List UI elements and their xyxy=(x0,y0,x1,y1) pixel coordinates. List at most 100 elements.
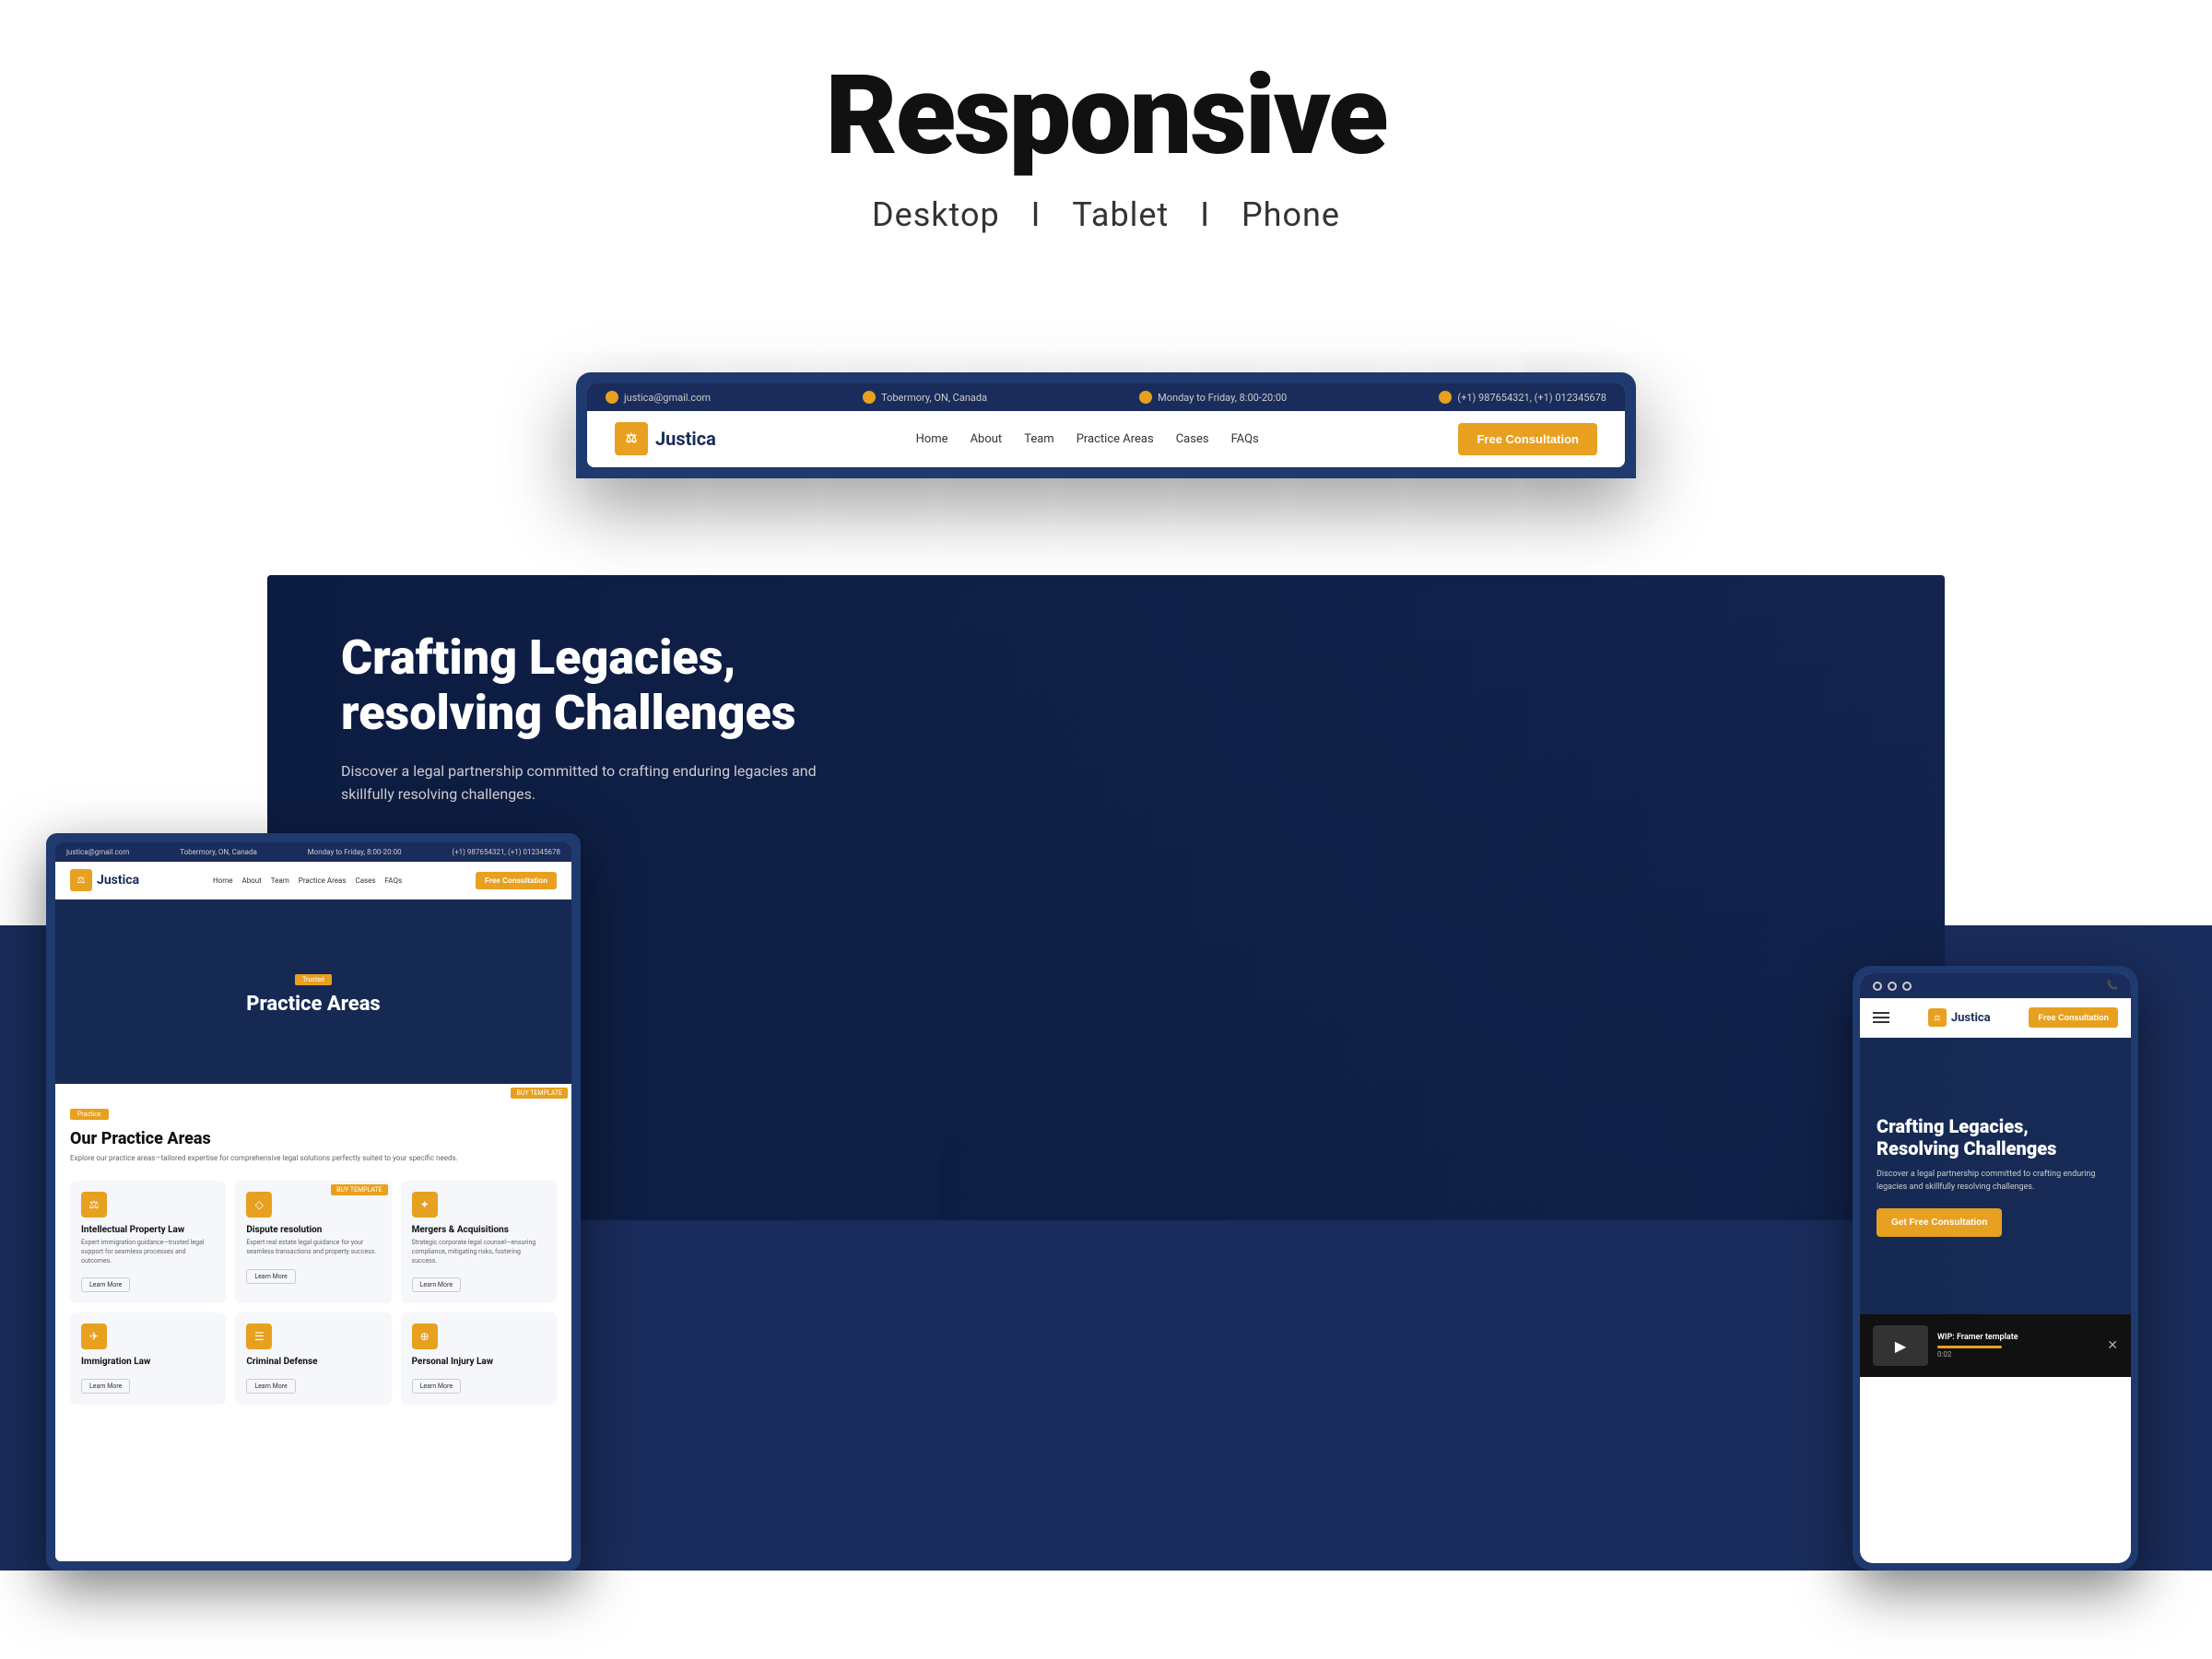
phone-status-dot-1 xyxy=(1873,982,1882,991)
nav-link-practice[interactable]: Practice Areas xyxy=(1077,432,1154,446)
nav-link-faqs[interactable]: FAQs xyxy=(1231,432,1259,446)
topbar-email-text: justica@gmail.com xyxy=(624,392,711,404)
tablet-card-link-2[interactable]: Learn More xyxy=(412,1277,461,1292)
page-title: Responsive xyxy=(0,55,2212,177)
topbar-hours-text: Monday to Friday, 8:00-20:00 xyxy=(1158,392,1287,404)
tablet-card-icon-2: ✦ xyxy=(412,1192,438,1218)
tablet-mockup: justica@gmail.com Tobermory, ON, Canada … xyxy=(46,833,581,1571)
tablet-section-desc: Explore our practice areas—tailored expe… xyxy=(70,1154,557,1162)
phone-status-bar: 📞 xyxy=(1860,973,2131,998)
tablet-content-wrapper: BUY TEMPLATE Practice Our Practice Areas… xyxy=(55,1084,571,1423)
tablet-topbar-location: Tobermory, ON, Canada xyxy=(180,848,257,856)
tablet-section-title: Our Practice Areas xyxy=(70,1129,557,1148)
tablet-nav-team[interactable]: Team xyxy=(271,877,289,885)
desktop-topbar-email: justica@gmail.com xyxy=(606,391,711,404)
nav-link-home[interactable]: Home xyxy=(916,432,948,446)
tablet-card-desc-0: Expert immigration guidance—trusted lega… xyxy=(81,1239,215,1265)
phone-video-close-icon[interactable]: ✕ xyxy=(2107,1338,2118,1353)
subtitle-sep2: I xyxy=(1200,195,1210,234)
tablet-card-icon-3: ✈ xyxy=(81,1324,107,1349)
tablet-nav-faqs[interactable]: FAQs xyxy=(385,877,403,885)
tablet-logo-icon: ⚖ xyxy=(70,869,92,891)
phone-screen: 📞 ⚖ Justica Free Consultation xyxy=(1860,973,2131,1563)
phone-video-info: WIP: Framer template 0:02 xyxy=(1937,1333,2098,1359)
subtitle-phone: Phone xyxy=(1241,195,1340,234)
tablet-card-title-4: Criminal Defense xyxy=(246,1357,380,1367)
tablet-nav-links: Home About Team Practice Areas Cases FAQ… xyxy=(213,877,402,885)
buy-template-badge-1: BUY TEMPLATE xyxy=(511,1088,568,1099)
desktop-navbar: ⚖ Justica Home About Team Practice Areas… xyxy=(587,411,1625,467)
desktop-topbar: justica@gmail.com Tobermory, ON, Canada … xyxy=(587,383,1625,411)
tablet-hero-content: Trusted Practice Areas xyxy=(246,968,380,1016)
phone-video-thumbnail[interactable]: ▶ xyxy=(1873,1325,1928,1366)
tablet-logo: ⚖ Justica xyxy=(70,869,139,891)
phone-logo-text: Justica xyxy=(1951,1011,1991,1025)
tablet-navbar: ⚖ Justica Home About Team Practice Areas… xyxy=(55,862,571,900)
phone-hero-title: Crafting Legacies, Resolving Challenges xyxy=(1877,1115,2114,1159)
tablet-card-link-3[interactable]: Learn More xyxy=(81,1379,130,1394)
tablet-free-consultation-button[interactable]: Free Consultation xyxy=(476,872,557,889)
subtitle-desktop: Desktop xyxy=(872,195,1000,234)
tablet-card-link-1[interactable]: Learn More xyxy=(246,1269,295,1284)
tablet-card-link-4[interactable]: Learn More xyxy=(246,1379,295,1394)
desktop-topbar-hours: Monday to Friday, 8:00-20:00 xyxy=(1139,391,1287,404)
desktop-nav-links: Home About Team Practice Areas Cases FAQ… xyxy=(916,432,1259,446)
desktop-frame: justica@gmail.com Tobermory, ON, Canada … xyxy=(576,372,1636,478)
desktop-free-consultation-button[interactable]: Free Consultation xyxy=(1458,423,1597,455)
phone-hero-cta-button[interactable]: Get Free Consultation xyxy=(1877,1208,2002,1237)
tablet-nav-practice[interactable]: Practice Areas xyxy=(299,877,347,885)
phone-hero-content: Crafting Legacies, Resolving Challenges … xyxy=(1860,1097,2131,1255)
tablet-nav-home[interactable]: Home xyxy=(213,877,233,885)
tablet-card-0: ⚖ Intellectual Property Law Expert immig… xyxy=(70,1181,226,1303)
phone-status-phone-icon: 📞 xyxy=(2107,981,2118,991)
topbar-location-text: Tobermory, ON, Canada xyxy=(881,392,987,404)
nav-link-about[interactable]: About xyxy=(971,432,1003,446)
desktop-logo-text: Justica xyxy=(655,428,716,450)
email-icon xyxy=(606,391,618,404)
phone-hamburger-menu[interactable] xyxy=(1873,1012,1889,1023)
phone-free-consultation-button[interactable]: Free Consultation xyxy=(2029,1007,2118,1028)
tablet-card-1: BUY TEMPLATE ◇ Dispute resolution Expert… xyxy=(235,1181,391,1303)
center-hero-desc: Discover a legal partnership committed t… xyxy=(341,759,839,806)
tablet-screen: justica@gmail.com Tobermory, ON, Canada … xyxy=(55,842,571,1561)
silhouettes xyxy=(938,575,1945,1220)
tablet-nav-cases[interactable]: Cases xyxy=(355,877,375,885)
phone-icon xyxy=(1439,391,1452,404)
nav-link-cases[interactable]: Cases xyxy=(1176,432,1209,446)
desktop-logo: ⚖ Justica xyxy=(615,422,716,455)
clock-icon xyxy=(1139,391,1152,404)
tablet-card-icon-0: ⚖ xyxy=(81,1192,107,1218)
tablet-card-title-0: Intellectual Property Law xyxy=(81,1225,215,1235)
phone-status-dot-2 xyxy=(1888,982,1897,991)
subtitle-sep1: I xyxy=(1031,195,1041,234)
tablet-card-4: ☰ Criminal Defense Learn More xyxy=(235,1312,391,1405)
devices-container: Crafting Legacies,resolving Challenges D… xyxy=(0,299,2212,1571)
tablet-card-icon-4: ☰ xyxy=(246,1324,272,1349)
tablet-card-desc-1: Expert real estate legal guidance for yo… xyxy=(246,1239,380,1257)
tablet-hero: Trusted Practice Areas xyxy=(55,900,571,1084)
tablet-hero-title: Practice Areas xyxy=(246,993,380,1016)
phone-video-time: 0:02 xyxy=(1937,1350,2098,1359)
phone-video-progress-bar xyxy=(1937,1346,2002,1348)
tablet-topbar-hours: Monday to Friday, 8:00-20:00 xyxy=(308,848,402,856)
tablet-card-icon-5: ⊕ xyxy=(412,1324,438,1349)
phone-logo: ⚖ Justica xyxy=(1928,1008,1991,1027)
page-header: Responsive Desktop I Tablet I Phone xyxy=(0,0,2212,262)
tablet-card-title-5: Personal Injury Law xyxy=(412,1357,546,1367)
tablet-nav-about[interactable]: About xyxy=(241,877,261,885)
tablet-topbar: justica@gmail.com Tobermory, ON, Canada … xyxy=(55,842,571,862)
phone-navbar: ⚖ Justica Free Consultation xyxy=(1860,998,2131,1038)
tablet-section-badge: Practice xyxy=(70,1109,109,1120)
tablet-topbar-phone: (+1) 987654321, (+1) 012345678 xyxy=(452,848,560,856)
tablet-card-link-5[interactable]: Learn More xyxy=(412,1379,461,1394)
tablet-card-link-0[interactable]: Learn More xyxy=(81,1277,130,1292)
tablet-hero-badge: Trusted xyxy=(295,974,332,985)
phone-status-dot-3 xyxy=(1902,982,1912,991)
desktop-topbar-location: Tobermory, ON, Canada xyxy=(863,391,987,404)
nav-link-team[interactable]: Team xyxy=(1024,432,1054,446)
desktop-logo-icon: ⚖ xyxy=(615,422,648,455)
phone-video: ▶ WIP: Framer template 0:02 ✕ xyxy=(1860,1314,2131,1377)
phone-status-icons xyxy=(1873,982,1912,991)
page-subtitle: Desktop I Tablet I Phone xyxy=(0,195,2212,234)
tablet-card-3: ✈ Immigration Law Learn More xyxy=(70,1312,226,1405)
